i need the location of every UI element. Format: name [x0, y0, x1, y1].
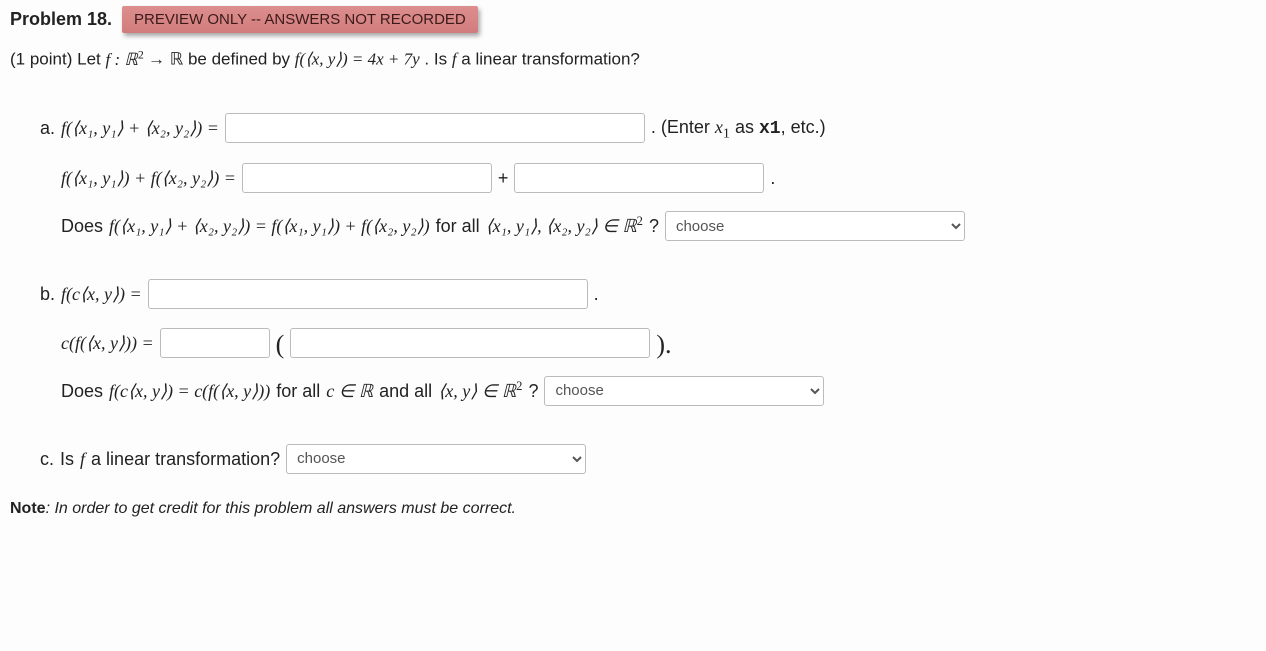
a-input-1[interactable]: [225, 113, 645, 143]
a-lhs1: f(⟨x₁, y₁⟩ + ⟨x₂, y₂⟩) =: [61, 111, 219, 145]
b-input-2b[interactable]: [290, 328, 650, 358]
b-input-1[interactable]: [148, 279, 588, 309]
close-paren: ).: [656, 332, 671, 358]
problem-intro: (1 point) Let f : ℝ2 → ℝ be defined by f…: [10, 47, 1256, 70]
part-a: a. f(⟨x₁, y₁⟩ + ⟨x₂, y₂⟩) = . (Enter x1 …: [40, 110, 1256, 244]
part-c-label: c.: [40, 442, 54, 476]
points-label: (1 point): [10, 50, 72, 69]
part-b: b. f(c⟨x, y⟩) = . b. c(f(⟨x, y⟩)) = ( ).…: [40, 277, 1256, 408]
part-b-label: b.: [40, 277, 55, 311]
b-input-2a[interactable]: [160, 328, 270, 358]
b-lhs1: f(c⟨x, y⟩) =: [61, 277, 142, 311]
part-b-question: b. Does f(c⟨x, y⟩) = c(f(⟨x, y⟩)) for al…: [40, 374, 1256, 408]
a-hint: . (Enter x1 as x1, etc.): [651, 110, 826, 147]
b-lhs2: c(f(⟨x, y⟩)) =: [61, 326, 154, 360]
part-c-question: c. Is f a linear transformation? choose: [40, 442, 1256, 476]
footer-note: Note: In order to get credit for this pr…: [10, 500, 1256, 518]
part-a-row2: a. f(⟨x₁, y₁⟩) + f(⟨x₂, y₂⟩) = + .: [40, 161, 1256, 195]
part-a-question: a. Does f(⟨x₁, y₁⟩ + ⟨x₂, y₂⟩) = f(⟨x₁, …: [40, 209, 1256, 243]
plus-sign: +: [498, 161, 509, 195]
open-paren: (: [276, 332, 285, 358]
a-lhs2: f(⟨x₁, y₁⟩) + f(⟨x₂, y₂⟩) =: [61, 161, 236, 195]
part-b-row2: b. c(f(⟨x, y⟩)) = ( ).: [40, 326, 1256, 360]
f-domain: f : ℝ2: [105, 50, 148, 69]
a-input-2a[interactable]: [242, 163, 492, 193]
b-select[interactable]: choose: [544, 376, 824, 406]
part-a-row1: a. f(⟨x₁, y₁⟩ + ⟨x₂, y₂⟩) = . (Enter x1 …: [40, 110, 1256, 147]
part-c: c. Is f a linear transformation? choose: [40, 442, 1256, 476]
problem-header: Problem 18. PREVIEW ONLY -- ANSWERS NOT …: [10, 6, 1256, 33]
problem-title: Problem 18.: [10, 9, 112, 30]
c-select[interactable]: choose: [286, 444, 586, 474]
f-definition: f(⟨x, y⟩) = 4x + 7y: [295, 50, 420, 69]
part-b-row1: b. f(c⟨x, y⟩) = .: [40, 277, 1256, 311]
preview-badge: PREVIEW ONLY -- ANSWERS NOT RECORDED: [122, 6, 478, 33]
part-a-label: a.: [40, 111, 55, 145]
a-select[interactable]: choose: [665, 211, 965, 241]
a-input-2b[interactable]: [514, 163, 764, 193]
